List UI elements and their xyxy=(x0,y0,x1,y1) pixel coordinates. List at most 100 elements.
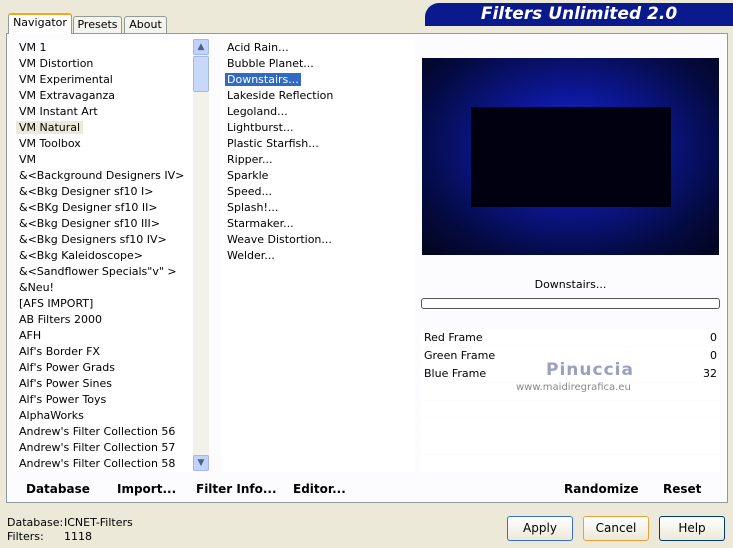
randomize-button[interactable]: Randomize xyxy=(564,482,638,496)
parameter-label: Red Frame xyxy=(424,331,483,344)
category-item[interactable]: AlphaWorks xyxy=(14,408,193,424)
filter-item[interactable]: Downstairs... xyxy=(222,72,415,88)
filter-item[interactable]: Acid Rain... xyxy=(222,40,415,56)
filter-label: Sparkle xyxy=(227,169,269,182)
editor-button[interactable]: Editor... xyxy=(293,482,346,496)
parameter-label: Blue Frame xyxy=(424,367,487,380)
category-label: Alf's Power Grads xyxy=(19,361,115,374)
category-label: AFH xyxy=(19,329,42,342)
watermark-url: www.maidiregrafica.eu xyxy=(516,382,631,393)
apply-button[interactable]: Apply xyxy=(507,516,573,541)
category-scrollbar[interactable]: ▲ ▼ xyxy=(193,39,209,471)
category-label: VM Distortion xyxy=(19,57,94,70)
category-item[interactable]: Andrew's Filter Collection 57 xyxy=(14,440,193,456)
tab-about[interactable]: About xyxy=(124,16,167,34)
category-item[interactable]: VM Instant Art xyxy=(14,104,193,120)
category-item[interactable]: Alf's Border FX xyxy=(14,344,193,360)
category-item[interactable]: &<Bkg Designers sf10 IV> xyxy=(14,232,193,248)
category-label: VM 1 xyxy=(19,41,47,54)
filter-item[interactable]: Plastic Starfish... xyxy=(222,136,415,152)
category-item[interactable]: &<Sandflower Specials"v" > xyxy=(14,264,193,280)
category-item[interactable]: Andrew's Filter Collection 56 xyxy=(14,424,193,440)
category-item[interactable]: Andrew's Filter Collection 58 xyxy=(14,456,193,472)
preview-image xyxy=(422,58,719,255)
preview-inner-frame xyxy=(471,107,671,207)
category-item[interactable]: VM xyxy=(14,152,193,168)
filter-item[interactable]: Bubble Planet... xyxy=(222,56,415,72)
category-item[interactable]: Alf's Power Grads xyxy=(14,360,193,376)
filter-item[interactable]: Legoland... xyxy=(222,104,415,120)
parameter-row xyxy=(421,437,720,454)
category-label: &<Bkg Designer sf10 III> xyxy=(19,217,161,230)
database-label: Database: xyxy=(7,516,64,529)
parameter-row xyxy=(421,455,720,472)
filter-item[interactable]: Splash!... xyxy=(222,200,415,216)
category-label: &<Bkg Designers sf10 IV> xyxy=(19,233,167,246)
category-label: &Neu! xyxy=(19,281,54,294)
import-button[interactable]: Import... xyxy=(117,482,176,496)
tab-navigator[interactable]: Navigator xyxy=(8,13,72,34)
category-item[interactable]: &Neu! xyxy=(14,280,193,296)
parameter-value[interactable]: 0 xyxy=(710,329,717,346)
parameter-row[interactable]: Red Frame 0 xyxy=(421,329,720,346)
parameter-value[interactable]: 32 xyxy=(703,365,717,382)
scroll-thumb[interactable] xyxy=(193,56,209,92)
filter-label: Legoland... xyxy=(227,105,288,118)
category-label: [AFS IMPORT] xyxy=(19,297,94,310)
category-label: &<Sandflower Specials"v" > xyxy=(19,265,177,278)
category-item[interactable]: VM Natural xyxy=(14,120,193,136)
parameter-label: Green Frame xyxy=(424,349,496,362)
filter-label: Welder... xyxy=(227,249,275,262)
category-item[interactable]: VM Extravaganza xyxy=(14,88,193,104)
category-label: AB Filters 2000 xyxy=(19,313,103,326)
category-item[interactable]: VM Experimental xyxy=(14,72,193,88)
filter-label: Splash!... xyxy=(227,201,279,214)
filter-item[interactable]: Speed... xyxy=(222,184,415,200)
filter-label: Weave Distortion... xyxy=(227,233,332,246)
category-item[interactable]: VM 1 xyxy=(14,40,193,56)
filter-label: Lightburst... xyxy=(227,121,294,134)
filter-item[interactable]: Lakeside Reflection xyxy=(222,88,415,104)
scroll-up-icon[interactable]: ▲ xyxy=(193,39,209,55)
category-item[interactable]: [AFS IMPORT] xyxy=(14,296,193,312)
filter-label: Bubble Planet... xyxy=(227,57,314,70)
filter-label: Ripper... xyxy=(227,153,273,166)
category-label: Andrew's Filter Collection 56 xyxy=(19,425,176,438)
category-item[interactable]: &<Background Designers IV> xyxy=(14,168,193,184)
category-item[interactable]: &<Bkg Kaleidoscope> xyxy=(14,248,193,264)
category-item[interactable]: &<BKg Designer sf10 II> xyxy=(14,200,193,216)
parameter-value[interactable]: 0 xyxy=(710,347,717,364)
category-label: Alf's Power Sines xyxy=(19,377,112,390)
database-button[interactable]: Database xyxy=(26,482,90,496)
scroll-down-icon[interactable]: ▼ xyxy=(193,455,209,471)
category-item[interactable]: VM Distortion xyxy=(14,56,193,72)
filter-info-button[interactable]: Filter Info... xyxy=(196,482,277,496)
category-item[interactable]: VM Toolbox xyxy=(14,136,193,152)
filter-item[interactable]: Starmaker... xyxy=(222,216,415,232)
parameter-row xyxy=(421,419,720,436)
category-list[interactable]: VM 1 VM Distortion VM Experimental VM Extra… xyxy=(14,40,193,472)
category-label: Alf's Border FX xyxy=(19,345,100,358)
cancel-button[interactable]: Cancel xyxy=(583,516,649,541)
tab-presets[interactable]: Presets xyxy=(73,16,122,34)
category-item[interactable]: &<Bkg Designer sf10 III> xyxy=(14,216,193,232)
filter-list[interactable]: Acid Rain... Bubble Planet... Downstairs..… xyxy=(222,40,415,472)
category-label: &<Bkg Kaleidoscope> xyxy=(19,249,144,262)
category-label: AlphaWorks xyxy=(19,409,84,422)
category-item[interactable]: &<Bkg Designer sf10 I> xyxy=(14,184,193,200)
reset-button[interactable]: Reset xyxy=(663,482,701,496)
filter-label: Plastic Starfish... xyxy=(227,137,319,150)
filter-item[interactable]: Lightburst... xyxy=(222,120,415,136)
category-item[interactable]: Alf's Power Toys xyxy=(14,392,193,408)
filter-name-label: Downstairs... xyxy=(534,278,607,291)
filter-label: Acid Rain... xyxy=(227,41,289,54)
help-button[interactable]: Help xyxy=(659,516,725,541)
filter-item[interactable]: Weave Distortion... xyxy=(222,232,415,248)
filters-count-label: Filters: xyxy=(7,530,44,543)
category-item[interactable]: AB Filters 2000 xyxy=(14,312,193,328)
filter-item[interactable]: Sparkle xyxy=(222,168,415,184)
category-item[interactable]: Alf's Power Sines xyxy=(14,376,193,392)
category-item[interactable]: AFH xyxy=(14,328,193,344)
filter-item[interactable]: Ripper... xyxy=(222,152,415,168)
filter-item[interactable]: Welder... xyxy=(222,248,415,264)
